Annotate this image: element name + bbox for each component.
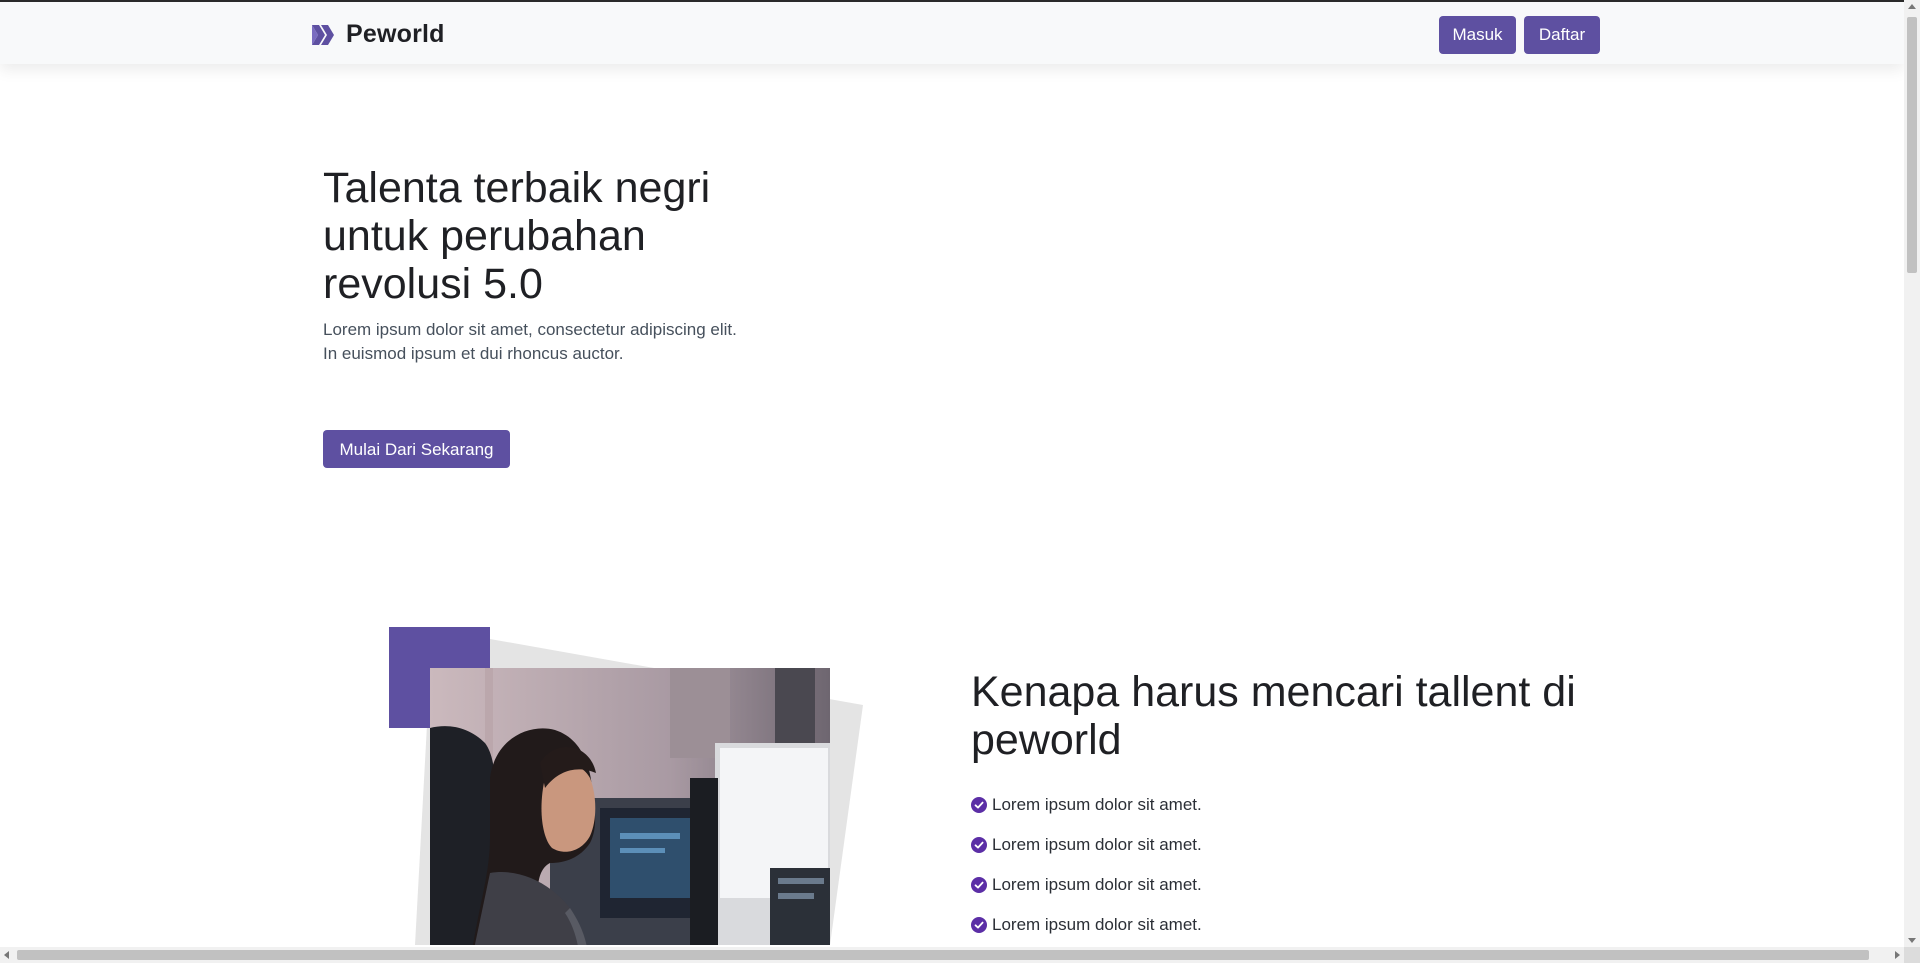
check-circle-icon xyxy=(971,837,987,853)
brand-name: Peworld xyxy=(346,20,445,48)
register-button[interactable]: Daftar xyxy=(1524,16,1600,54)
start-now-button[interactable]: Mulai Dari Sekarang xyxy=(323,430,510,468)
scroll-left-icon[interactable] xyxy=(4,951,9,959)
hero-title: Talenta terbaik negri untuk perubahan re… xyxy=(323,164,711,308)
office-workers-photo xyxy=(430,668,830,945)
scroll-down-icon[interactable] xyxy=(1908,938,1916,943)
scroll-up-icon[interactable] xyxy=(1908,4,1916,9)
list-item-text: Lorem ipsum dolor sit amet. xyxy=(992,915,1202,934)
horizontal-scroll-thumb[interactable] xyxy=(17,950,1869,960)
check-circle-icon xyxy=(971,877,987,893)
list-item: Lorem ipsum dolor sit amet. xyxy=(971,865,1202,905)
list-item-text: Lorem ipsum dolor sit amet. xyxy=(992,795,1202,814)
list-item-text: Lorem ipsum dolor sit amet. xyxy=(992,835,1202,854)
scroll-right-icon[interactable] xyxy=(1895,951,1900,959)
list-item: Lorem ipsum dolor sit amet. xyxy=(971,785,1202,825)
benefit-list: Lorem ipsum dolor sit amet. Lorem ipsum … xyxy=(971,785,1202,945)
why-section-title: Kenapa harus mencari tallent di peworld xyxy=(971,668,1576,764)
list-item-text: Lorem ipsum dolor sit amet. xyxy=(992,875,1202,894)
photo-composition xyxy=(385,625,865,945)
list-item: Lorem ipsum dolor sit amet. xyxy=(971,905,1202,945)
vertical-scroll-thumb[interactable] xyxy=(1907,17,1917,273)
horizontal-scrollbar[interactable] xyxy=(0,947,1904,963)
brand[interactable]: Peworld xyxy=(310,20,445,49)
list-item: Lorem ipsum dolor sit amet. xyxy=(971,825,1202,865)
login-button[interactable]: Masuk xyxy=(1439,16,1516,54)
navbar: Peworld Masuk Daftar xyxy=(0,2,1904,64)
peworld-logo-icon xyxy=(312,24,334,45)
vertical-scrollbar[interactable] xyxy=(1904,0,1920,947)
scrollbar-corner xyxy=(1904,947,1920,963)
check-circle-icon xyxy=(971,797,987,813)
hero-description: Lorem ipsum dolor sit amet, consectetur … xyxy=(323,320,737,363)
check-circle-icon xyxy=(971,917,987,933)
